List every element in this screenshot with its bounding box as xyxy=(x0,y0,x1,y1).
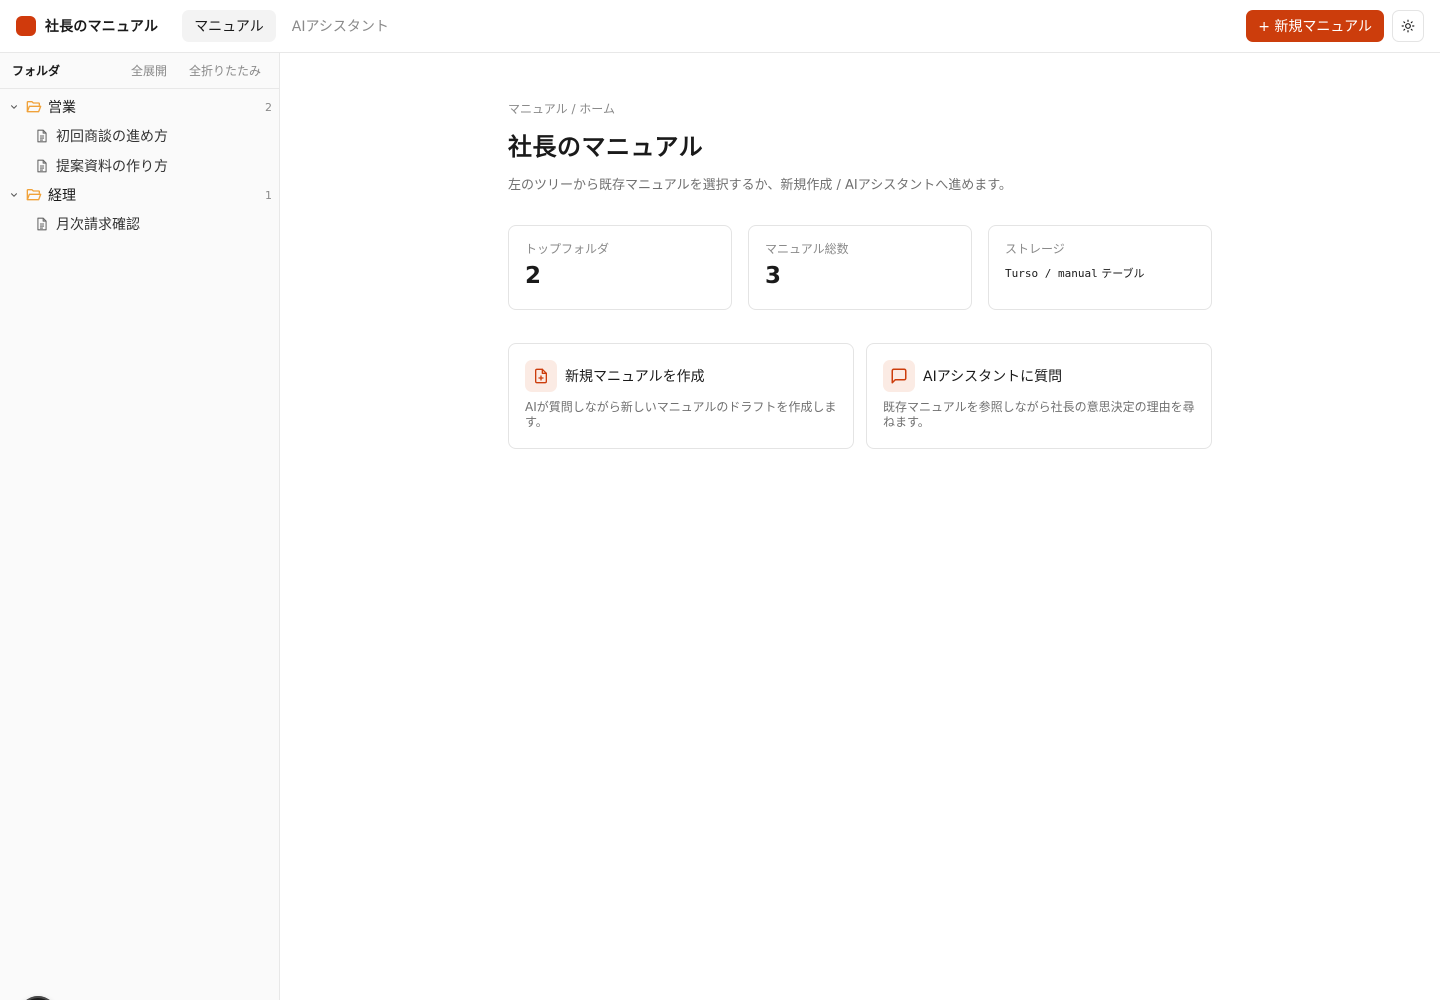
header-actions: + 新規マニュアル xyxy=(1246,10,1424,42)
stat-label: ストレージ xyxy=(1005,242,1065,256)
create-manual-card[interactable]: 新規マニュアルを作成 AIが質問しながら新しいマニュアルのドラフトを作成します。 xyxy=(508,343,854,449)
folder-item-sales[interactable]: 営業 2 xyxy=(0,93,279,121)
main-content: マニュアル / ホーム 社長のマニュアル 左のツリーから既存マニュアルを選択する… xyxy=(508,100,1212,449)
app-name: 社長のマニュアル xyxy=(45,19,159,35)
action-cards: 新規マニュアルを作成 AIが質問しながら新しいマニュアルのドラフトを作成します。… xyxy=(508,343,1212,449)
stats-row: トップフォルダ 2 マニュアル総数 3 ストレージ Turso / manual… xyxy=(508,225,1212,310)
action-head: 新規マニュアルを作成 xyxy=(525,360,837,392)
folder-tree: 営業 2 初回商談の進め方 提案資料の作り方 経理 1 月次請求確認 xyxy=(0,89,279,239)
folder-count: 2 xyxy=(265,100,272,114)
folder-sidebar: フォルダ 全展開 全折りたたみ 営業 2 初回商談の進め方 提案資料の作り方 経… xyxy=(0,53,280,1000)
stat-label: マニュアル総数 xyxy=(765,242,849,256)
sun-icon xyxy=(1401,19,1415,33)
folder-count: 1 xyxy=(265,188,272,202)
doc-item[interactable]: 提案資料の作り方 xyxy=(0,151,279,181)
storage-path: Turso / manual xyxy=(1005,267,1098,280)
dev-tools-badge[interactable]: N xyxy=(19,996,57,1000)
doc-name: 提案資料の作り方 xyxy=(56,159,168,175)
brand[interactable]: 社長のマニュアル xyxy=(16,16,158,36)
sidebar-header: フォルダ 全展開 全折りたたみ xyxy=(0,53,279,89)
doc-name: 月次請求確認 xyxy=(56,217,140,233)
file-text-icon xyxy=(37,217,47,231)
tab-ai-assistant[interactable]: AIアシスタント xyxy=(280,10,401,42)
doc-item[interactable]: 月次請求確認 xyxy=(0,209,279,239)
stat-card-storage: ストレージ Turso / manual テーブル xyxy=(988,225,1212,310)
expand-all-button[interactable]: 全展開 xyxy=(131,62,167,79)
main-nav: マニュアル AIアシスタント xyxy=(182,10,405,42)
doc-name: 初回商談の進め方 xyxy=(56,129,168,145)
stat-value: 2 xyxy=(525,263,542,289)
stat-card-manual-count: マニュアル総数 3 xyxy=(748,225,972,310)
message-square-icon xyxy=(883,360,915,392)
folder-name: 営業 xyxy=(48,100,76,116)
folder-open-icon xyxy=(26,189,42,201)
storage-value: Turso / manual テーブル xyxy=(1005,265,1195,281)
top-bar: 社長のマニュアル マニュアル AIアシスタント + 新規マニュアル xyxy=(0,0,1440,53)
sidebar-actions: 全展開 全折りたたみ xyxy=(131,62,267,79)
brand-logo xyxy=(16,16,36,36)
ask-ai-card[interactable]: AIアシスタントに質問 既存マニュアルを参照しながら社長の意思決定の理由を尋ねま… xyxy=(866,343,1212,449)
page-description: 左のツリーから既存マニュアルを選択するか、新規作成 / AIアシスタントへ進めま… xyxy=(508,178,1012,193)
folder-item-accounting[interactable]: 経理 1 xyxy=(0,181,279,209)
page-title: 社長のマニュアル xyxy=(508,133,704,161)
action-description: 既存マニュアルを参照しながら社長の意思決定の理由を尋ねます。 xyxy=(883,400,1195,429)
file-text-icon xyxy=(37,159,47,173)
action-title: AIアシスタントに質問 xyxy=(923,369,1063,385)
folder-open-icon xyxy=(26,100,42,113)
file-plus-icon xyxy=(525,360,557,392)
folder-name: 経理 xyxy=(48,188,76,204)
stat-value: 3 xyxy=(765,263,782,289)
theme-toggle-button[interactable] xyxy=(1392,10,1424,42)
chevron-down-icon[interactable] xyxy=(8,101,20,113)
stat-label: トップフォルダ xyxy=(525,242,610,256)
breadcrumb: マニュアル / ホーム xyxy=(508,102,615,116)
storage-suffix: テーブル xyxy=(1097,267,1145,280)
tab-manual[interactable]: マニュアル xyxy=(182,10,276,42)
action-title: 新規マニュアルを作成 xyxy=(565,369,705,385)
sidebar-title: フォルダ xyxy=(12,64,61,78)
action-head: AIアシスタントに質問 xyxy=(883,360,1195,392)
new-manual-button[interactable]: + 新規マニュアル xyxy=(1246,10,1384,42)
file-text-icon xyxy=(37,129,47,143)
doc-item[interactable]: 初回商談の進め方 xyxy=(0,121,279,151)
action-description: AIが質問しながら新しいマニュアルのドラフトを作成します。 xyxy=(525,400,837,429)
stat-card-top-folders: トップフォルダ 2 xyxy=(508,225,732,310)
chevron-down-icon[interactable] xyxy=(8,189,20,201)
collapse-all-button[interactable]: 全折りたたみ xyxy=(189,62,261,79)
